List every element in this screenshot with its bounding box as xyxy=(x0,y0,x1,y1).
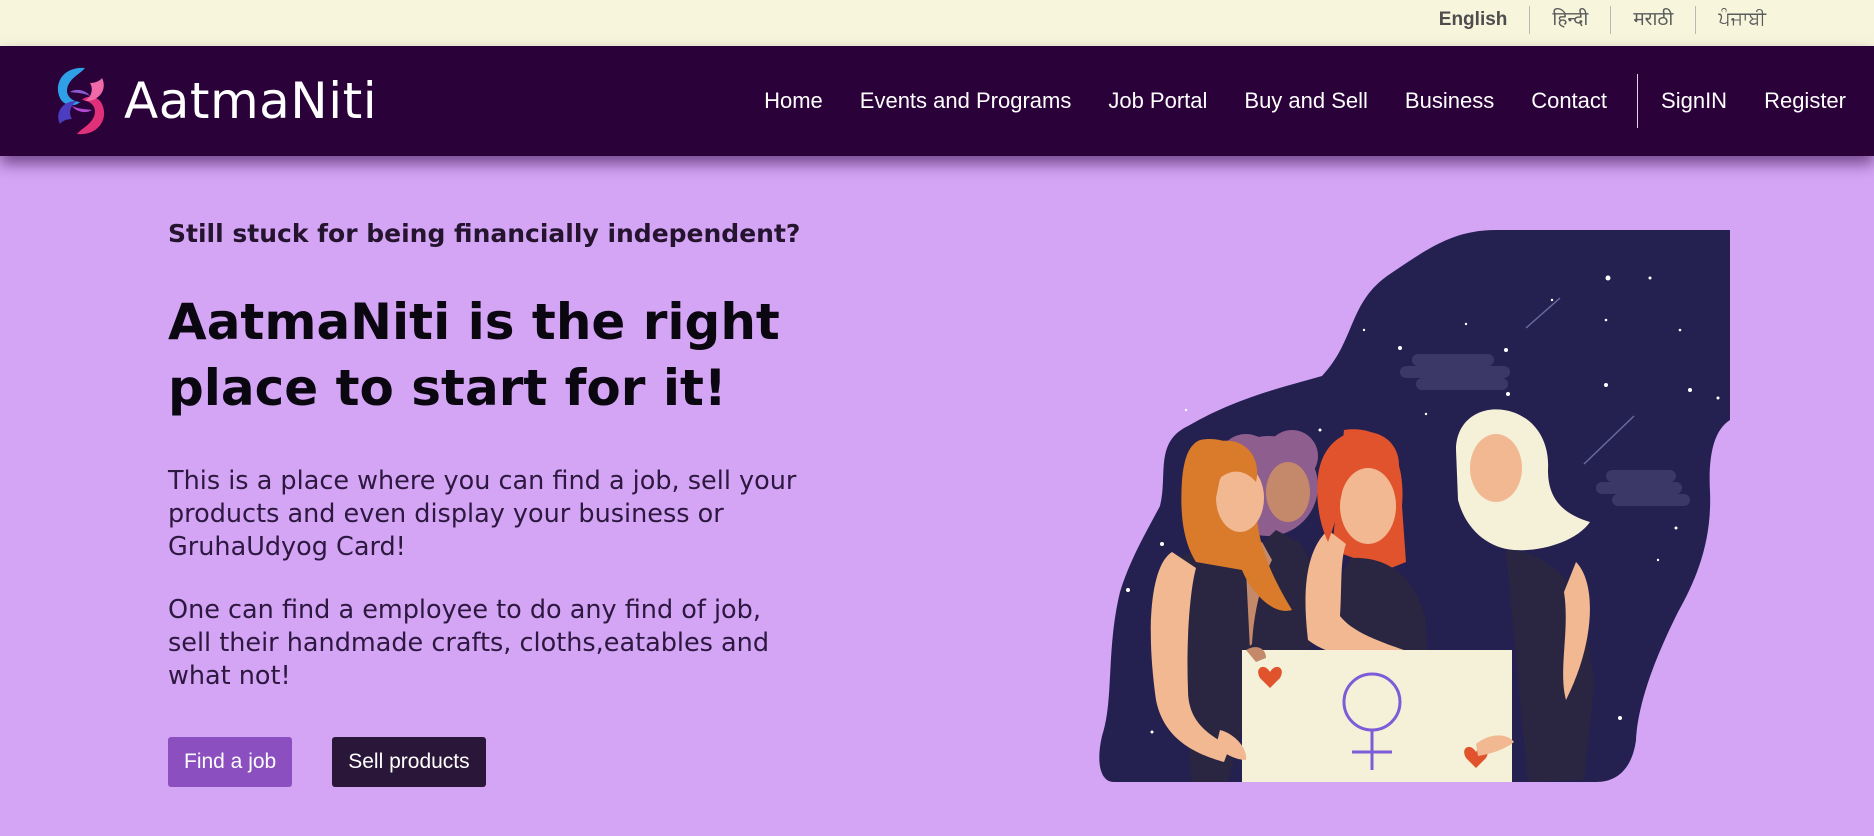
lang-hindi[interactable]: हिन्दी xyxy=(1529,6,1610,34)
hero-headline-line1: AatmaNiti is the right xyxy=(168,293,780,351)
nav-events-and-programs[interactable]: Events and Programs xyxy=(860,88,1072,114)
sell-products-button[interactable]: Sell products xyxy=(332,737,486,787)
language-switcher: English हिन्दी मराठी ਪੰਜਾਬੀ xyxy=(1417,6,1788,34)
nav-divider xyxy=(1637,74,1639,128)
lang-punjabi[interactable]: ਪੰਜਾਬੀ xyxy=(1695,6,1788,34)
swirl-logo-icon xyxy=(57,67,105,135)
nav-home[interactable]: Home xyxy=(764,88,823,114)
nav-contact[interactable]: Contact xyxy=(1531,88,1607,114)
hero-paragraph-1: This is a place where you can find a job… xyxy=(168,466,797,562)
women-empowerment-illustration xyxy=(1099,230,1730,782)
hero-tagline: Still stuck for being financially indepe… xyxy=(168,219,801,248)
placard xyxy=(1242,650,1512,782)
lang-english[interactable]: English xyxy=(1417,6,1530,34)
find-job-button[interactable]: Find a job xyxy=(168,737,293,787)
nav-buy-and-sell[interactable]: Buy and Sell xyxy=(1244,88,1368,114)
hero-headline-line2: place to start for it! xyxy=(168,359,727,417)
main-navbar: AatmaNiti Home Events and Programs Job P… xyxy=(0,46,1874,156)
hero-paragraph-2: One can find a employee to do any find o… xyxy=(168,595,770,691)
lang-marathi[interactable]: मराठी xyxy=(1610,6,1695,34)
brand-home-link[interactable]: AatmaNiti xyxy=(50,64,377,138)
hero-actions: Find a job Sell products xyxy=(168,737,486,787)
nav-register[interactable]: Register xyxy=(1764,88,1846,114)
language-bar: English हिन्दी मराठी ਪੰਜਾਬੀ xyxy=(0,0,1874,46)
brand-title: AatmaNiti xyxy=(124,72,378,130)
nav-business[interactable]: Business xyxy=(1405,88,1494,114)
hero-text: Still stuck for being financially indepe… xyxy=(168,215,808,693)
primary-nav: Home Events and Programs Job Portal Buy … xyxy=(764,74,1846,128)
nav-signin[interactable]: SignIN xyxy=(1661,88,1727,114)
nav-job-portal[interactable]: Job Portal xyxy=(1108,88,1207,114)
hero-headline: AatmaNiti is the right place to start fo… xyxy=(168,289,808,421)
